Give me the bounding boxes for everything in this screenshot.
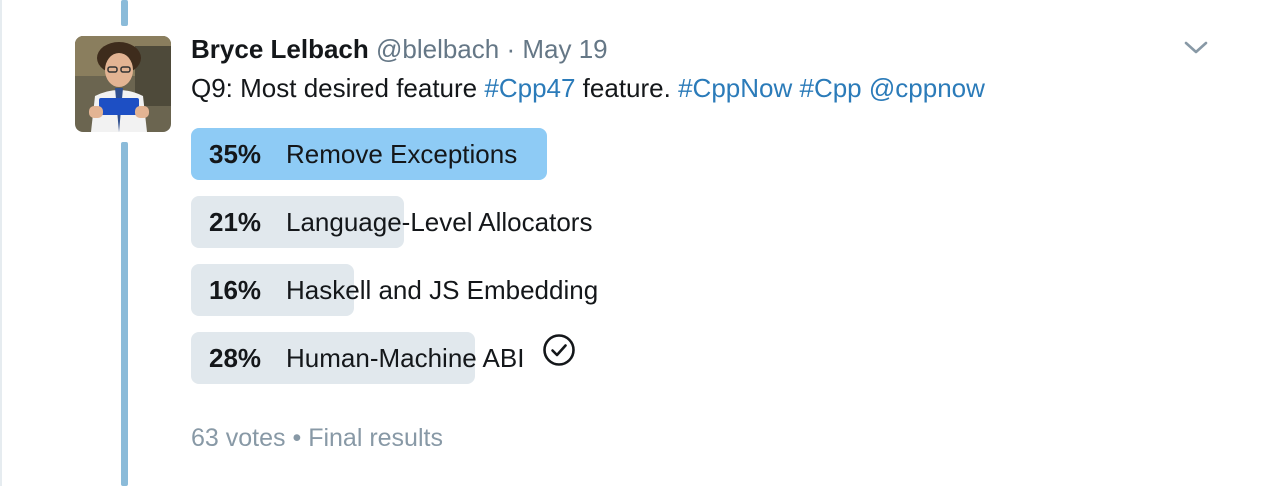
hashtag-link[interactable]: #CppNow: [678, 73, 792, 103]
poll-percent: 28%: [209, 343, 262, 373]
check-circle-icon: [542, 332, 576, 384]
tweet-text-part: feature.: [575, 73, 679, 103]
thread-connector-top: [121, 0, 128, 26]
tweet-date[interactable]: May 19: [522, 34, 607, 64]
header-separator: ·: [506, 34, 516, 64]
poll-label: Remove Exceptions: [286, 139, 518, 169]
poll-label: Human-Machine ABI: [286, 343, 525, 373]
tweet-text: Q9: Most desired feature #Cpp47 feature.…: [191, 73, 985, 104]
tweet-text-part: Q9: Most desired feature: [191, 73, 485, 103]
left-border: [0, 0, 2, 486]
author-name[interactable]: Bryce Lelbach: [191, 34, 369, 64]
chevron-down-icon[interactable]: [1182, 38, 1210, 58]
poll-label: Language-Level Allocators: [286, 207, 593, 237]
thread-connector-bottom: [121, 142, 128, 486]
mention-link[interactable]: @cppnow: [869, 73, 985, 103]
poll-status: Final results: [308, 424, 443, 452]
poll-option-language-level-allocators: 21% Language-Level Allocators: [191, 196, 1191, 248]
tweet-text-part: [862, 73, 869, 103]
hashtag-link[interactable]: #Cpp47: [484, 73, 575, 103]
vote-count: 63 votes: [191, 424, 286, 452]
poll-percent: 35%: [209, 139, 262, 169]
poll-footer: 63 votes • Final results: [191, 424, 443, 453]
poll-option-remove-exceptions: 35% Remove Exceptions: [191, 128, 1191, 180]
footer-separator: •: [292, 424, 302, 452]
poll-label: Haskell and JS Embedding: [286, 275, 599, 305]
poll-option-human-machine-abi: 28% Human-Machine ABI: [191, 332, 1191, 384]
poll-option-haskell-js-embedding: 16% Haskell and JS Embedding: [191, 264, 1191, 316]
tweet-header: Bryce Lelbach @blelbach · May 19: [191, 34, 608, 65]
poll-percent: 21%: [209, 207, 262, 237]
author-handle[interactable]: @blelbach: [376, 34, 499, 64]
poll-percent: 16%: [209, 275, 262, 305]
hashtag-link[interactable]: #Cpp: [799, 73, 861, 103]
avatar[interactable]: [75, 36, 171, 132]
